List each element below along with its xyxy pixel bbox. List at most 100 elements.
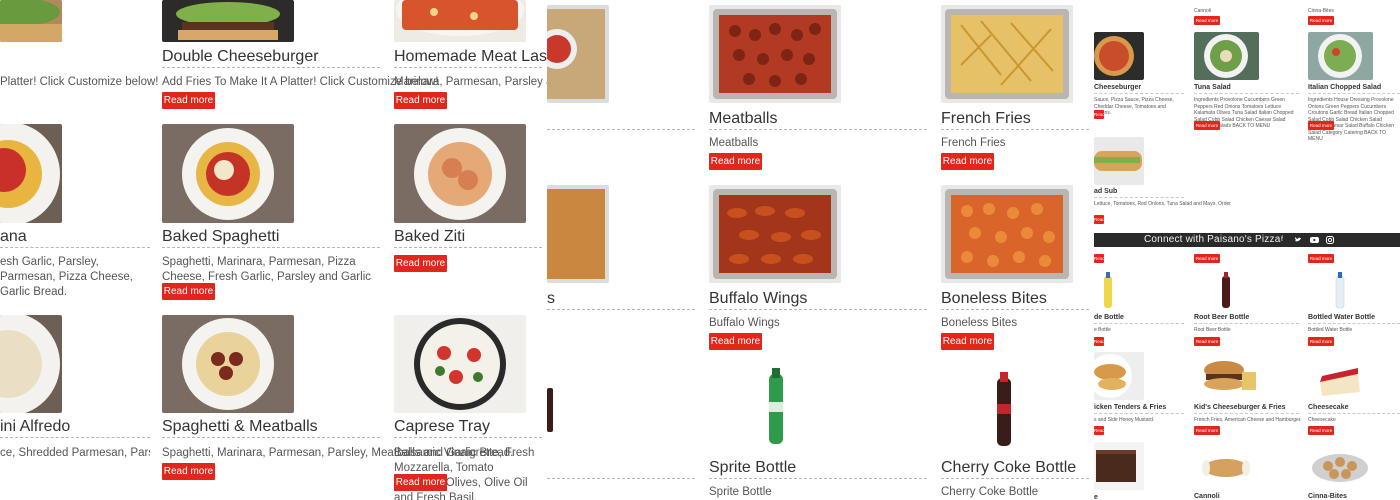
card-desc: Root Beer Bottle	[1194, 327, 1231, 333]
card-title[interactable]: icken Tenders & Fries	[1094, 404, 1166, 411]
divider	[394, 247, 542, 248]
read-more-button[interactable]: Read more	[394, 474, 447, 491]
card-title[interactable]: Meatballs	[709, 110, 777, 128]
cinna-bites-label: Cinna-Bites	[1308, 8, 1334, 14]
twitter-icon[interactable]	[1294, 236, 1302, 244]
card-desc: Buffalo Wings	[709, 317, 780, 329]
read-more-button[interactable]: Read more	[162, 92, 215, 109]
chicken-tenders-image	[1094, 352, 1144, 400]
partial-food-image	[0, 315, 62, 413]
card-title[interactable]: Sprite Bottle	[709, 459, 796, 477]
partial-food-image	[0, 124, 62, 223]
read-more-button[interactable]: Read more	[709, 333, 762, 350]
card-title[interactable]: Cheeseburger	[1094, 84, 1141, 91]
screenshot-collage: Platter! Click Customize below! ana esh …	[0, 0, 1400, 500]
read-more-button[interactable]: Read more	[1194, 121, 1220, 130]
facebook-icon[interactable]: f	[1278, 236, 1286, 244]
card-title[interactable]: Homemade Meat Lasagna	[394, 48, 547, 66]
card-desc: French Fries	[941, 137, 1006, 149]
read-more-button[interactable]: Read more	[1094, 426, 1105, 442]
read-more-button[interactable]: Read more	[1308, 16, 1334, 25]
card-desc: s and Side Honey Mustard.	[1094, 417, 1155, 423]
read-more-button[interactable]: Read more	[1308, 337, 1334, 346]
cheesecake-image	[1308, 352, 1373, 400]
card-title[interactable]: Cinna-Bites	[1308, 493, 1347, 500]
card-desc: Balsamic Vinaigrette, Fresh Mozzarella, …	[394, 447, 535, 500]
french-fries-tray-image	[941, 5, 1073, 103]
read-more-button[interactable]: Read more	[1094, 215, 1105, 231]
card-desc: French Fries, American Cheese and Hambur…	[1194, 417, 1302, 423]
card-desc: Ingredients House Dressing Provolone Oni…	[1308, 97, 1395, 142]
card-title[interactable]: Tuna Salad	[1194, 84, 1231, 91]
card-desc: Bottled Water Bottle	[1308, 327, 1353, 333]
read-more-button[interactable]: Read more	[1094, 337, 1105, 353]
tuna-salad-sub-image	[1094, 137, 1144, 185]
card-title[interactable]: Baked Ziti	[394, 228, 465, 246]
read-more-button[interactable]: Read more	[394, 255, 447, 272]
read-more-button[interactable]: Read more	[1308, 254, 1334, 263]
read-more-button[interactable]: Read more	[1094, 110, 1105, 126]
card-title[interactable]: Bottled Water Bottle	[1308, 314, 1375, 321]
cannoli-image	[1194, 442, 1259, 490]
read-more-button[interactable]: Read more	[1308, 426, 1334, 435]
card-title[interactable]: Boneless Bites	[941, 290, 1047, 308]
cinna-bites-image	[1308, 442, 1373, 490]
read-more-button[interactable]: Read more	[162, 283, 215, 300]
read-more-button[interactable]: Read more	[1094, 254, 1105, 270]
divider	[709, 129, 927, 130]
kids-cheeseburger-image	[1194, 352, 1259, 400]
read-more-button[interactable]: Read more	[1308, 121, 1334, 130]
partial-desc: ce, Shredded Parmesan, Parsley, Grilled …	[0, 447, 150, 459]
card-title[interactable]: Cherry Coke Bottle	[941, 459, 1076, 477]
menu-panel-pasta: Platter! Click Customize below! ana esh …	[0, 0, 547, 500]
partial-title: s	[547, 290, 555, 307]
read-more-button[interactable]: Read more	[709, 153, 762, 170]
divider	[1194, 413, 1299, 414]
card-title[interactable]: Double Cheeseburger	[162, 48, 319, 66]
social-connect-bar: Connect with Paisano's Pizza f	[1094, 233, 1400, 247]
card-title[interactable]: e	[1094, 494, 1098, 500]
card-title[interactable]: de Bottle	[1094, 314, 1124, 321]
card-title[interactable]: Cannoli	[1194, 493, 1220, 500]
instagram-icon[interactable]	[1326, 236, 1334, 244]
card-desc: Spaghetti, Marinara, Parmesan, Parsley, …	[162, 447, 514, 459]
partial-desc: esh Garlic, Parsley, Parmesan, Pizza Che…	[0, 256, 133, 298]
read-more-button[interactable]: Read more	[162, 463, 215, 480]
cannoli-label: Cannoli	[1194, 8, 1211, 14]
divider	[162, 247, 380, 248]
card-title[interactable]: Cheesecake	[1308, 404, 1348, 411]
card-title[interactable]: Root Beer Bottle	[1194, 314, 1249, 321]
divider	[394, 437, 542, 438]
caprese-tray-image	[394, 315, 526, 413]
card-title[interactable]: ad Sub	[1094, 188, 1117, 195]
read-more-button[interactable]: Read more	[1194, 426, 1220, 435]
divider	[162, 67, 380, 68]
read-more-button[interactable]: Read more	[941, 333, 994, 350]
divider	[1094, 413, 1184, 414]
youtube-icon[interactable]	[1310, 236, 1319, 244]
read-more-button[interactable]: Read more	[1194, 337, 1220, 346]
divider	[941, 478, 1089, 479]
read-more-button[interactable]: Read more	[1194, 16, 1220, 25]
card-title[interactable]: Baked Spaghetti	[162, 228, 279, 246]
card-title[interactable]: Kid's Cheeseburger & Fries	[1194, 404, 1286, 411]
partial-bottle-image	[547, 364, 609, 452]
partial-title: ana	[0, 228, 27, 245]
read-more-button[interactable]: Read more	[941, 153, 994, 170]
baked-spaghetti-image	[162, 124, 294, 223]
divider	[1194, 323, 1299, 324]
card-title[interactable]: Buffalo Wings	[709, 290, 807, 308]
read-more-button[interactable]: Read more	[1194, 254, 1220, 263]
menu-panel-full-overview: Cannoli Cinna-Bites Read more Read more …	[1094, 0, 1400, 500]
card-title[interactable]: French Fries	[941, 110, 1031, 128]
card-desc: Boneless Bites	[941, 317, 1018, 329]
read-more-button[interactable]: Read more	[394, 92, 447, 109]
card-title[interactable]: Italian Chopped Salad	[1308, 84, 1381, 91]
card-title[interactable]: Spaghetti & Meatballs	[162, 418, 318, 436]
divider	[1308, 323, 1400, 324]
divider	[1094, 197, 1184, 198]
divider	[547, 129, 695, 130]
cherry-coke-bottle-image	[941, 364, 1073, 452]
card-title[interactable]: Caprese Tray	[394, 418, 490, 436]
partial-food-image	[0, 0, 62, 42]
